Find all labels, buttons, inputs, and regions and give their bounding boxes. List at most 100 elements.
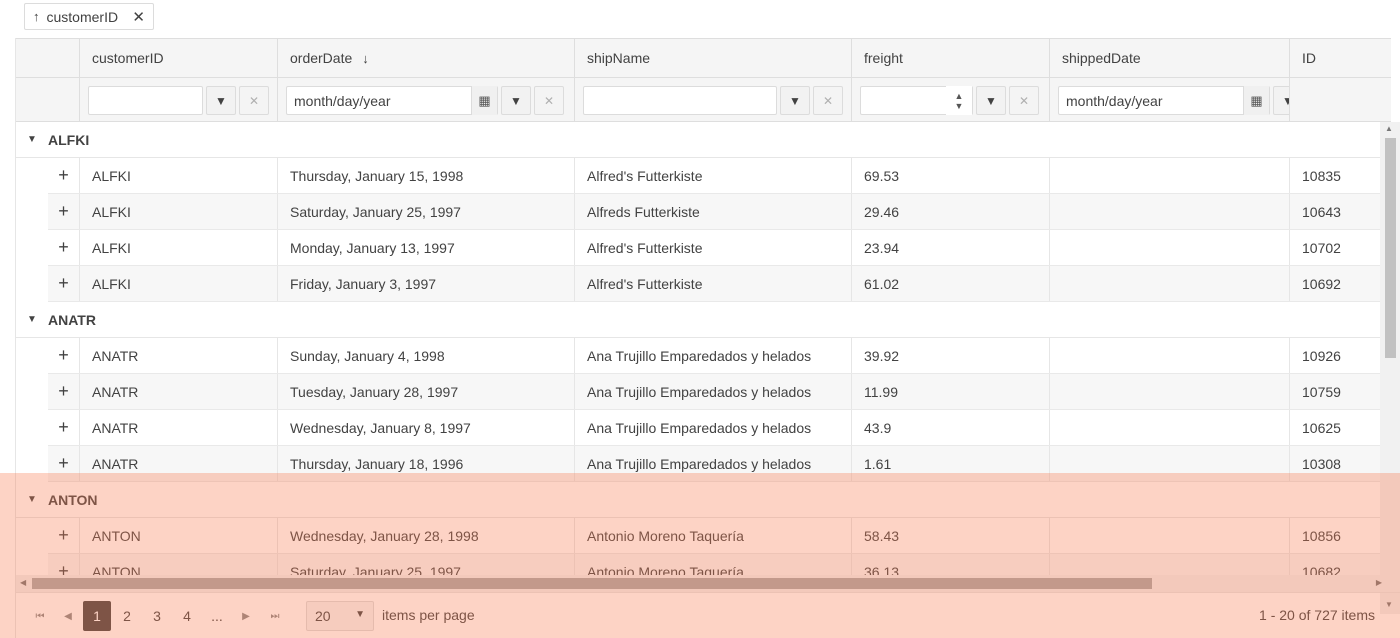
cell-shipname[interactable]: Alfred's Futterkiste [575, 158, 852, 193]
table-row[interactable]: + ANATR Thursday, January 18, 1996 Ana Truj… [48, 446, 1380, 482]
clear-filter-icon[interactable]: ✕ [239, 86, 269, 115]
first-page-icon[interactable]: ⏮ [26, 601, 54, 631]
header-shipname[interactable]: shipName [575, 39, 852, 77]
cell-shipname[interactable]: Ana Trujillo Emparedados y helados [575, 374, 852, 409]
expand-row-icon[interactable]: + [48, 230, 80, 265]
filter-icon[interactable]: ▼ [976, 86, 1006, 115]
arrow-up-icon[interactable]: ↑ [33, 9, 40, 24]
cell-freight[interactable]: 1.61 [852, 446, 1050, 481]
filter-input-shipname[interactable] [583, 86, 777, 115]
prev-page-icon[interactable]: ◀ [54, 601, 82, 631]
cell-shipname[interactable]: Ana Trujillo Emparedados y helados [575, 410, 852, 445]
cell-shippeddate[interactable] [1050, 446, 1290, 481]
next-page-icon[interactable]: ▶ [232, 601, 260, 631]
cell-freight[interactable]: 23.94 [852, 230, 1050, 265]
cell-freight[interactable]: 58.43 [852, 518, 1050, 553]
group-row[interactable]: ▼ ANTON [16, 482, 1380, 518]
cell-id[interactable]: 10926 [1290, 338, 1380, 373]
cell-orderdate[interactable]: Sunday, January 4, 1998 [278, 338, 575, 373]
cell-shippeddate[interactable] [1050, 158, 1290, 193]
clear-filter-icon[interactable]: ✕ [1009, 86, 1039, 115]
table-row[interactable]: + ALFKI Saturday, January 25, 1997 Alfreds … [48, 194, 1380, 230]
cell-shippeddate[interactable] [1050, 518, 1290, 553]
filter-input-orderdate[interactable]: month/day/year ▦ [286, 86, 498, 115]
expand-row-icon[interactable]: + [48, 194, 80, 229]
filter-input-customerid[interactable] [88, 86, 203, 115]
cell-shipname[interactable]: Ana Trujillo Emparedados y helados [575, 338, 852, 373]
page-button-3[interactable]: 3 [143, 601, 171, 631]
group-row[interactable]: ▼ ANATR [16, 302, 1380, 338]
cell-freight[interactable]: 29.46 [852, 194, 1050, 229]
calendar-icon[interactable]: ▦ [471, 86, 497, 115]
cell-orderdate[interactable]: Wednesday, January 8, 1997 [278, 410, 575, 445]
filter-input-freight[interactable]: ▲ ▼ [860, 86, 973, 115]
cell-freight[interactable]: 11.99 [852, 374, 1050, 409]
group-chip-customerid[interactable]: ↑ customerID ✕ [24, 3, 154, 30]
calendar-icon[interactable]: ▦ [1243, 86, 1269, 115]
cell-orderdate[interactable]: Tuesday, January 28, 1997 [278, 374, 575, 409]
cell-customerid[interactable]: ALFKI [80, 194, 278, 229]
expand-row-icon[interactable]: + [48, 446, 80, 481]
spinner-icon[interactable]: ▲ ▼ [946, 86, 972, 115]
expand-row-icon[interactable]: + [48, 518, 80, 553]
cell-customerid[interactable]: ANTON [80, 518, 278, 553]
cell-shippeddate[interactable] [1050, 410, 1290, 445]
table-row[interactable]: + ANTON Wednesday, January 28, 1998 Antonio… [48, 518, 1380, 554]
page-button-4[interactable]: 4 [173, 601, 201, 631]
table-row[interactable]: + ALFKI Thursday, January 15, 1998 Alfred's… [48, 158, 1380, 194]
page-size-select[interactable]: 20 ▼ [306, 601, 374, 631]
cell-id[interactable]: 10702 [1290, 230, 1380, 265]
filter-icon[interactable]: ▼ [501, 86, 531, 115]
expand-row-icon[interactable]: + [48, 374, 80, 409]
page-button-1[interactable]: 1 [83, 601, 111, 631]
filter-icon[interactable]: ▼ [780, 86, 810, 115]
page-button-2[interactable]: 2 [113, 601, 141, 631]
table-row[interactable]: + ANATR Tuesday, January 28, 1997 Ana Truji… [48, 374, 1380, 410]
cell-id[interactable]: 10692 [1290, 266, 1380, 301]
cell-shipname[interactable]: Alfreds Futterkiste [575, 194, 852, 229]
table-row[interactable]: + ANATR Wednesday, January 8, 1997 Ana Truj… [48, 410, 1380, 446]
vertical-scrollbar[interactable]: ▲ ▼ [1380, 122, 1400, 614]
expand-collapse-icon[interactable]: ▼ [16, 494, 48, 505]
table-row[interactable]: + ANATR Sunday, January 4, 1998 Ana Trujill… [48, 338, 1380, 374]
header-customerid[interactable]: customerID [80, 39, 278, 77]
cell-orderdate[interactable]: Thursday, January 18, 1996 [278, 446, 575, 481]
table-row[interactable]: + ALFKI Friday, January 3, 1997 Alfred's Fu… [48, 266, 1380, 302]
vertical-scroll-thumb[interactable] [1385, 138, 1396, 358]
cell-customerid[interactable]: ANATR [80, 410, 278, 445]
cell-id[interactable]: 10835 [1290, 158, 1380, 193]
header-shippeddate[interactable]: shippedDate [1050, 39, 1290, 77]
cell-customerid[interactable]: ALFKI [80, 230, 278, 265]
cell-customerid[interactable]: ANATR [80, 446, 278, 481]
page-button-more[interactable]: ... [203, 601, 231, 631]
close-icon[interactable]: ✕ [132, 8, 145, 26]
header-orderdate[interactable]: orderDate ↓ [278, 39, 575, 77]
cell-freight[interactable]: 69.53 [852, 158, 1050, 193]
cell-id[interactable]: 10759 [1290, 374, 1380, 409]
cell-orderdate[interactable]: Thursday, January 15, 1998 [278, 158, 575, 193]
cell-customerid[interactable]: ALFKI [80, 158, 278, 193]
cell-freight[interactable]: 39.92 [852, 338, 1050, 373]
cell-shippeddate[interactable] [1050, 266, 1290, 301]
cell-orderdate[interactable]: Friday, January 3, 1997 [278, 266, 575, 301]
cell-shippeddate[interactable] [1050, 230, 1290, 265]
table-row[interactable]: + ALFKI Monday, January 13, 1997 Alfred's F… [48, 230, 1380, 266]
cell-freight[interactable]: 43.9 [852, 410, 1050, 445]
scroll-left-icon[interactable]: ◀ [20, 578, 26, 587]
expand-collapse-icon[interactable]: ▼ [16, 134, 48, 145]
filter-input-shippeddate[interactable]: month/day/year ▦ [1058, 86, 1270, 115]
expand-row-icon[interactable]: + [48, 266, 80, 301]
horizontal-scroll-thumb[interactable] [32, 578, 1152, 589]
cell-shippeddate[interactable] [1050, 374, 1290, 409]
cell-shipname[interactable]: Alfred's Futterkiste [575, 266, 852, 301]
last-page-icon[interactable]: ⏭ [261, 601, 289, 631]
horizontal-scrollbar[interactable]: ◀ ▶ [16, 575, 1382, 592]
expand-row-icon[interactable]: + [48, 338, 80, 373]
expand-collapse-icon[interactable]: ▼ [16, 314, 48, 325]
filter-icon[interactable]: ▼ [206, 86, 236, 115]
clear-filter-icon[interactable]: ✕ [813, 86, 843, 115]
cell-id[interactable]: 10643 [1290, 194, 1380, 229]
cell-shippeddate[interactable] [1050, 194, 1290, 229]
cell-id[interactable]: 10856 [1290, 518, 1380, 553]
expand-row-icon[interactable]: + [48, 158, 80, 193]
